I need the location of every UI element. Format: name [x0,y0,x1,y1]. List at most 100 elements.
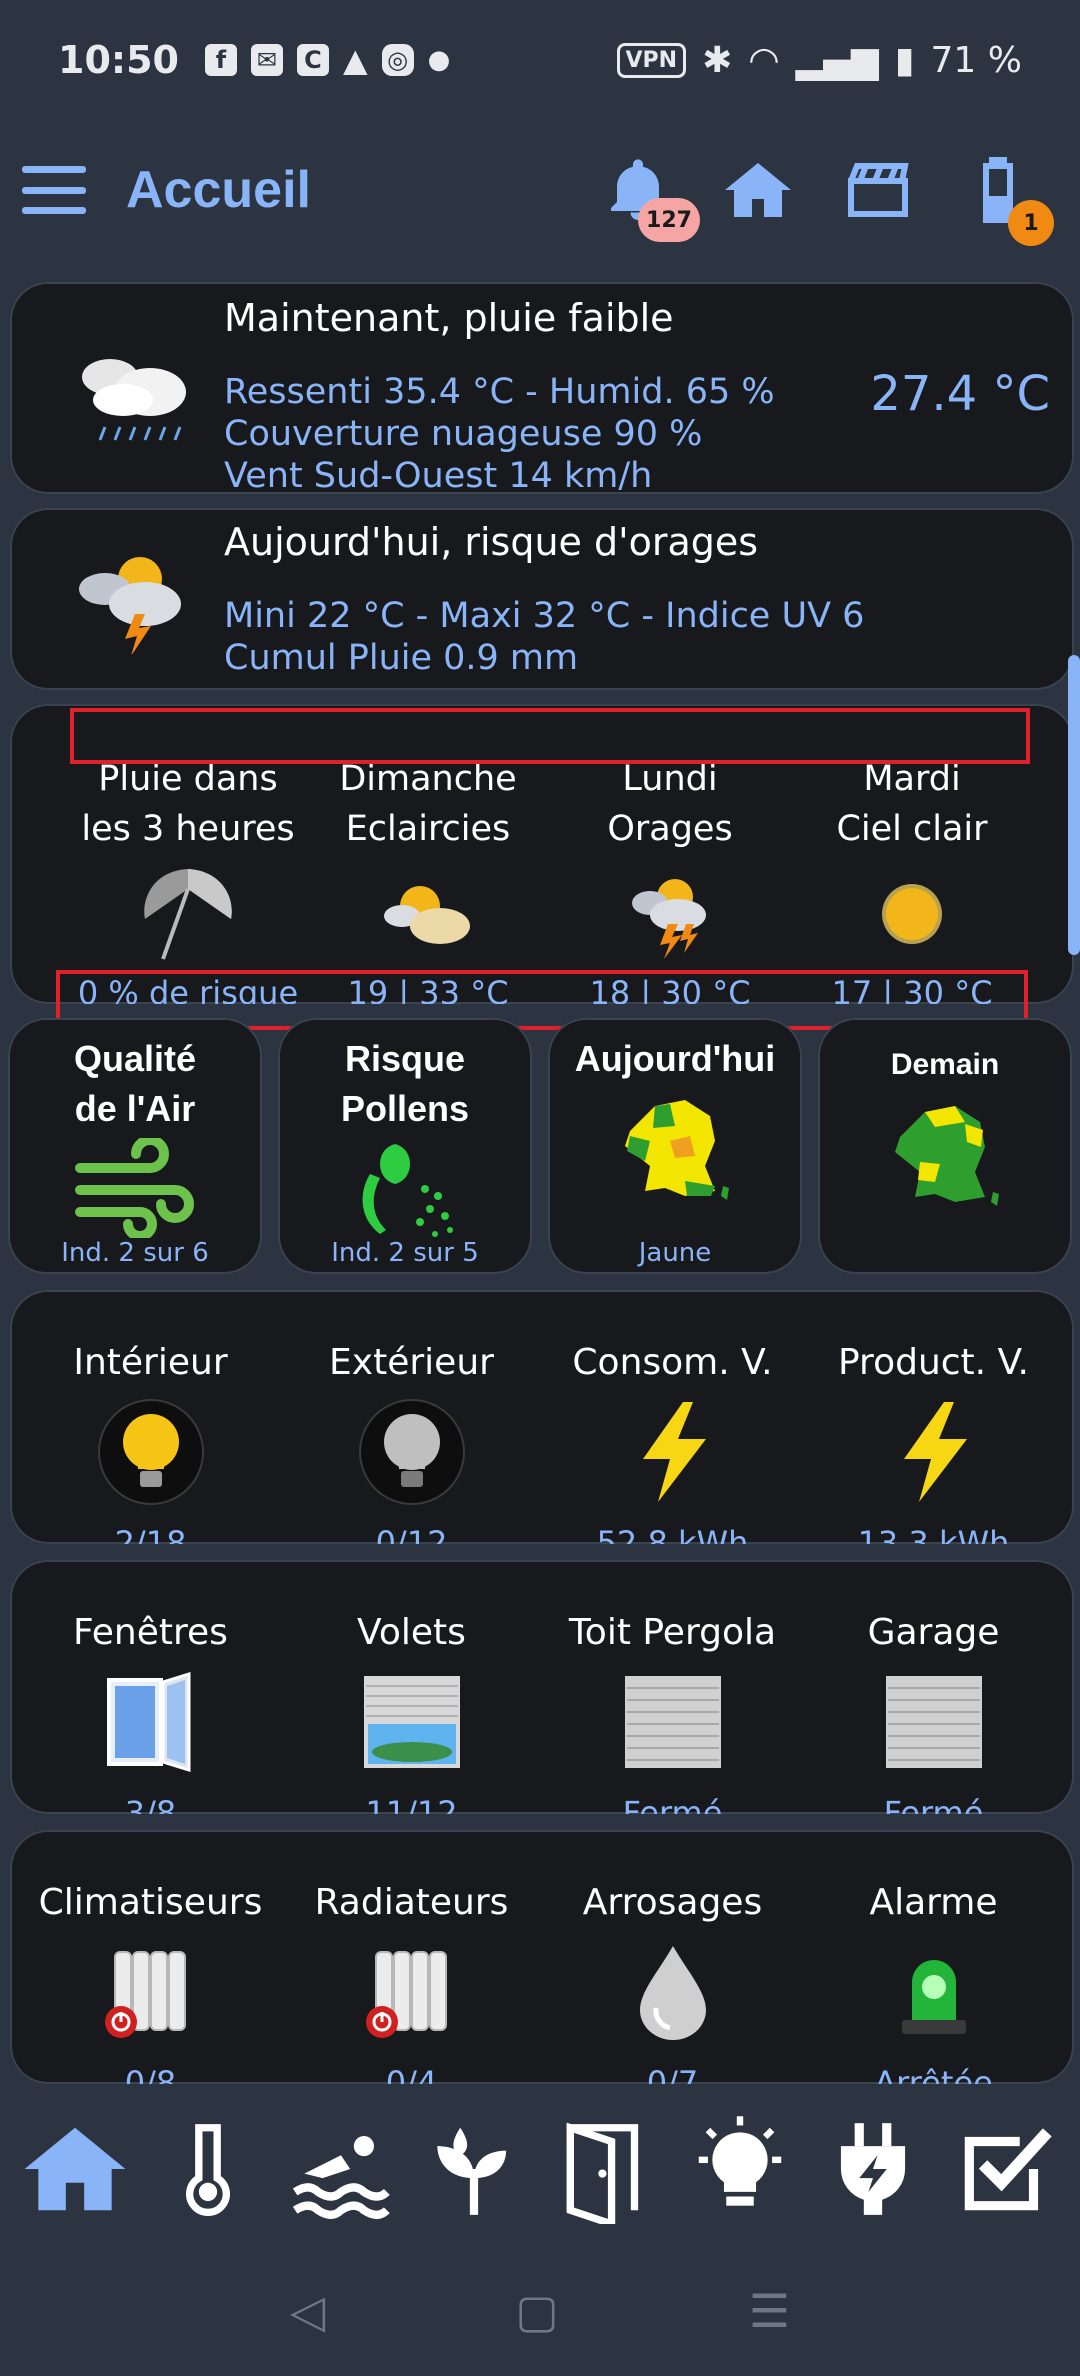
forecast-day-1: Dimanche Eclaircies 19 | 33 °C [308,754,548,1004]
nav-tasks[interactable] [951,2109,1061,2229]
air-conditioners-button[interactable]: Climatiseurs 0/8 [31,1882,271,2084]
tile-subtitle: Ind. 2 sur 6 [61,1238,209,1268]
vpn-icon: VPN [616,42,687,78]
storm-cloud-icon [79,557,181,654]
forecast-rain-3h: Pluie dans les 3 heures 0 % de risque [68,754,308,1004]
cell-value: 0/7 [646,2064,699,2084]
energy-production-button[interactable]: Product. V. 13.3 kWh [814,1342,1054,1544]
battery-percentage: 71 % [930,39,1022,81]
nav-energy[interactable] [818,2109,928,2229]
clapperboard-icon [848,163,909,217]
radiator-off-icon [365,1951,447,2038]
window-icon [106,1672,190,1772]
radiators-button[interactable]: Radiateurs 0/4 [292,1882,532,2084]
shutters-button[interactable]: Volets 11/12 [292,1612,532,1814]
status-bar: 10:50 f ✉ C ▲ ◎ ● VPN ✱ ◠ ▂▄▆ ▮ 71 % [0,0,1080,120]
cell-value: 52.8 kWh [596,1524,749,1544]
nav-temperature[interactable] [153,2109,263,2229]
swimmer-icon [292,2136,390,2219]
alarm-beacon-icon [901,1960,966,2034]
water-drop-icon [639,1946,706,2040]
scrollbar[interactable] [1068,655,1080,955]
pollen-risk-tile[interactable]: Risque Pollens Ind. 2 sur 5 [278,1018,532,1274]
tile-title: Pollens [340,1088,470,1129]
forecast-day-2: Lundi Orages 18 | 30 °C [550,754,790,1004]
recents-icon[interactable]: ☰ [749,2284,790,2338]
rain-cloud-icon [82,359,186,441]
current-feels-like: Ressenti 35.4 °C - Humid. 65 % [224,372,775,412]
cell-value: 2/18 [114,1524,187,1544]
app-bar: Accueil 127 1 [0,130,1080,250]
home-button[interactable] [718,150,798,230]
cell-value: Fermé [883,1794,984,1814]
today-weather-title: Aujourd'hui, risque d'orages [224,520,759,564]
menu-icon[interactable] [22,166,86,214]
current-cloud-cover: Couverture nuageuse 90 % [224,414,703,454]
battery-icon: ▮ [894,39,915,81]
tile-subtitle [818,1238,1072,1274]
energy-consumption-button[interactable]: Consom. V. 52.8 kWh [553,1342,793,1544]
nav-lights[interactable] [685,2109,795,2229]
cell-value: 3/8 [124,1794,177,1814]
cell-label: Intérieur [73,1342,228,1383]
nav-pool[interactable] [286,2109,396,2229]
nav-home[interactable] [20,2109,130,2229]
shutter-icon [363,1676,460,1768]
pollen-icon [362,1144,453,1237]
today-weather-card[interactable]: Aujourd'hui, risque d'orages Mini 22 °C … [10,508,1074,690]
lights-interior-button[interactable]: Intérieur 2/18 [31,1342,271,1544]
mail-icon: ✉ [250,44,283,76]
windows-button[interactable]: Fenêtres 3/8 [31,1612,271,1814]
wifi-icon: ◠ [748,39,780,81]
tile-title: Qualité [73,1038,197,1079]
wind-icon [75,1135,194,1241]
warning-icon: ▲ [342,41,368,79]
bluetooth-icon: ✱ [702,39,733,81]
scenes-button[interactable] [838,150,918,230]
notifications-count-badge: 127 [638,198,700,242]
cell-value: 0/8 [124,2064,177,2084]
tile-subtitle: Ind. 2 sur 5 [331,1238,479,1268]
current-weather-card[interactable]: Maintenant, pluie faible Ressenti 35.4 °… [10,282,1074,496]
garage-door-icon [885,1676,982,1768]
current-temperature: 27.4 °C [870,366,1050,422]
door-icon [566,2122,638,2224]
facebook-icon: f [204,44,237,76]
tile-title: Aujourd'hui [574,1038,776,1079]
cell-label: Product. V. [837,1342,1029,1383]
c-app-icon: C [296,44,329,76]
cell-label: Volets [357,1612,466,1653]
cell-label: Arrosages [582,1882,763,1923]
partly-cloudy-icon [384,886,470,944]
storm-icon [632,879,706,959]
lightning-icon [903,1402,967,1502]
plug-icon [840,2123,905,2215]
tomorrow-alert-map-tile[interactable]: Demain [818,1018,1072,1274]
nav-garden[interactable] [419,2109,529,2229]
home-icon [24,2127,125,2211]
pergola-roof-button[interactable]: Toit Pergola Fermé [553,1612,793,1814]
alarm-button[interactable]: Alarme Arrêtée [814,1882,1054,2084]
watering-button[interactable]: Arrosages 0/7 [553,1882,793,2084]
cell-label: Climatiseurs [38,1882,263,1923]
garage-button[interactable]: Garage Fermé [814,1612,1054,1814]
cell-label: Toit Pergola [568,1612,777,1653]
lights-exterior-button[interactable]: Extérieur 0/12 [292,1342,532,1544]
cell-label: Consom. V. [572,1342,773,1383]
system-nav: ◁ ▢ ☰ [0,2246,1080,2376]
battery-alerts-button[interactable]: 1 [958,150,1054,246]
home-icon [725,163,791,217]
current-wind: Vent Sud-Ouest 14 km/h [224,456,653,496]
cell-value: Fermé [622,1794,723,1814]
air-quality-tile[interactable]: Qualité de l'Air Ind. 2 sur 6 [8,1018,262,1274]
notifications-button[interactable]: 127 [598,150,700,242]
cell-label: Fenêtres [73,1612,228,1653]
status-time: 10:50 [58,38,179,82]
home-square-icon[interactable]: ▢ [515,2284,558,2338]
cell-label: Garage [867,1612,1000,1653]
nav-openings[interactable] [552,2109,662,2229]
france-map-icon [625,1100,729,1200]
today-alert-map-tile[interactable]: Aujourd'hui Jaune [548,1018,802,1274]
checkbox-icon [964,2128,1052,2211]
back-icon[interactable]: ◁ [290,2284,325,2338]
